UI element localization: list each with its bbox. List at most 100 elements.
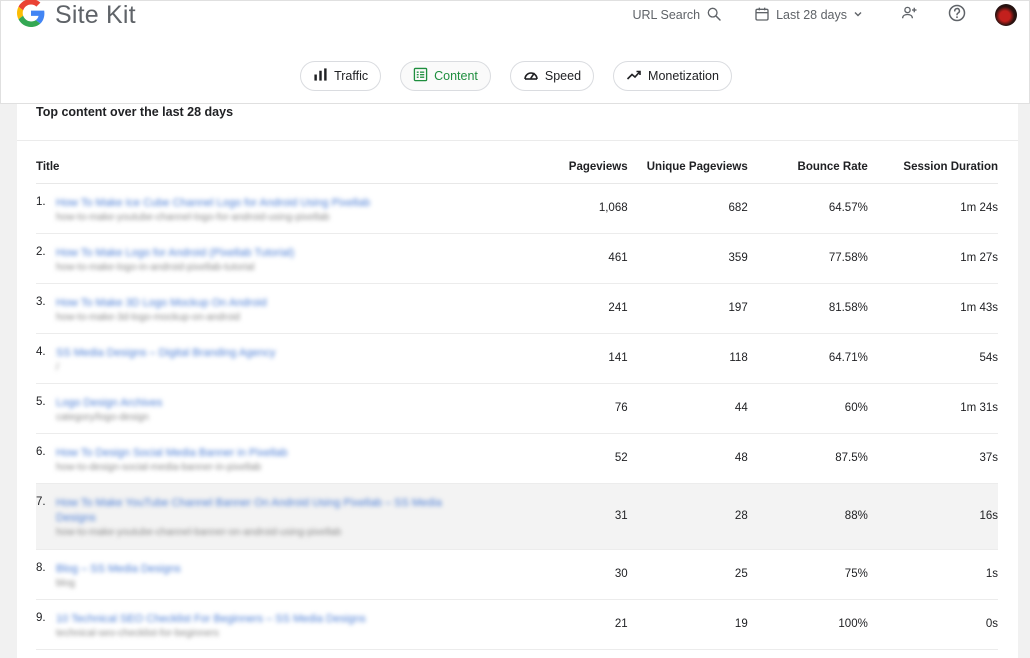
page-title-link[interactable]: 10 Technical SEO Checklist For Beginners… [56,612,466,627]
top-content-table: Title Pageviews Unique Pageviews Bounce … [36,152,998,650]
user-avatar[interactable] [995,4,1017,26]
table-row[interactable]: 1. How To Make Ice Cube Channel Logo for … [36,183,998,234]
table-row[interactable]: 4. SS Media Designs – Digital Branding Ag… [36,333,998,384]
table-row[interactable]: 9. 10 Technical SEO Checklist For Beginne… [36,599,998,650]
cell-pageviews: 30 [476,549,628,600]
tab-content-label: Content [434,69,478,83]
column-header-session-duration[interactable]: Session Duration [867,152,998,184]
cell-pageviews: 1,068 [476,183,628,234]
page-url: how-to-make-logo-in-android-pixellab-tut… [56,261,255,273]
cell-pageviews: 52 [476,433,628,484]
cell-session-duration: 37s [867,433,998,484]
column-header-bounce-rate[interactable]: Bounce Rate [747,152,868,184]
tab-speed-label: Speed [544,69,582,83]
table-row[interactable]: 2. How To Make Logo for Android (Pixellab… [36,233,998,284]
date-range-selector[interactable]: Last 28 days [754,6,863,25]
cell-bounce-rate: 77.58% [747,233,868,284]
cell-bounce-rate: 75% [747,549,868,600]
table-row[interactable]: 3. How To Make 3D Logo Mockup On Android h… [36,283,998,334]
cell-session-duration: 1m 31s [867,383,998,434]
column-header-title[interactable]: Title [36,152,477,184]
page-title-block: Blog – SS Media Designs blog [56,562,466,590]
cell-pageviews: 141 [476,333,628,384]
table-row[interactable]: 7. How To Make YouTube Channel Banner On … [36,483,998,550]
chevron-down-icon [853,8,863,22]
cell-session-duration: 54s [867,333,998,384]
person-add-icon [900,4,918,27]
brand[interactable]: Site Kit [17,0,136,29]
table-row[interactable]: 5. Logo Design Archives category/logo-desi… [36,383,998,434]
card-title: Top content over the last 28 days [36,105,234,119]
cell-title: 7. How To Make YouTube Channel Banner On … [36,483,477,550]
tab-speed[interactable]: Speed [509,61,595,91]
cell-bounce-rate: 64.57% [747,183,868,234]
page-title-link[interactable]: Blog – SS Media Designs [56,562,466,577]
rank-number: 9. [36,611,46,624]
cell-session-duration: 1s [867,549,998,600]
page-title-block: 10 Technical SEO Checklist For Beginners… [56,612,466,640]
rank-number: 7. [36,495,46,508]
table-header-row: Title Pageviews Unique Pageviews Bounce … [36,152,998,184]
help-button[interactable] [945,3,969,27]
column-header-pageviews[interactable]: Pageviews [476,152,628,184]
page-title-link[interactable]: Logo Design Archives [56,396,466,411]
cell-bounce-rate: 100% [747,599,868,650]
brand-name: Site Kit [55,0,136,29]
dashboard-tabs: Traffic Content Speed Monetization [1,61,1030,91]
bar-chart-icon [313,67,328,85]
page-title-block: SS Media Designs – Digital Branding Agen… [56,346,466,374]
cell-pageviews: 31 [476,483,628,550]
cell-session-duration: 0s [867,599,998,650]
content-icon [413,67,428,85]
cell-unique-pageviews: 197 [627,283,748,334]
table-row[interactable]: 8. Blog – SS Media Designs blog 30 25 75% 1s [36,549,998,600]
rank-number: 6. [36,445,46,458]
page-url: / [56,361,59,373]
page-title-link[interactable]: How To Make 3D Logo Mockup On Android [56,296,466,311]
add-user-button[interactable] [897,3,921,27]
cell-title: 3. How To Make 3D Logo Mockup On Android h… [36,283,477,334]
cell-unique-pageviews: 19 [627,599,748,650]
page-title-link[interactable]: SS Media Designs – Digital Branding Agen… [56,346,466,361]
tab-content[interactable]: Content [400,61,491,91]
table-row[interactable]: 6. How To Design Social Media Banner in P… [36,433,998,484]
cell-unique-pageviews: 44 [627,383,748,434]
tab-traffic[interactable]: Traffic [300,61,382,91]
page-url: how-to-design-social-media-banner-in-pix… [56,461,262,473]
page-title-block: How To Make Ice Cube Channel Logo for An… [56,196,466,224]
page-title-block: How To Make Logo for Android (Pixellab T… [56,246,466,274]
cell-bounce-rate: 64.71% [747,333,868,384]
rank-number: 5. [36,395,46,408]
trending-up-icon [626,67,642,86]
tab-monetization[interactable]: Monetization [613,61,732,91]
cell-pageviews: 21 [476,599,628,650]
cell-title: 9. 10 Technical SEO Checklist For Beginne… [36,599,477,650]
cell-unique-pageviews: 359 [627,233,748,284]
page-url: how-to-make-youtube-channel-logo-for-and… [56,211,330,223]
page-title-link[interactable]: How To Design Social Media Banner in Pix… [56,446,466,461]
rank-number: 1. [36,195,46,208]
cell-bounce-rate: 87.5% [747,433,868,484]
cell-session-duration: 1m 43s [867,283,998,334]
cell-session-duration: 1m 24s [867,183,998,234]
page-title-link[interactable]: How To Make Logo for Android (Pixellab T… [56,246,466,261]
page-title-block: How To Design Social Media Banner in Pix… [56,446,466,474]
page-title-link[interactable]: How To Make YouTube Channel Banner On An… [56,496,466,526]
cell-bounce-rate: 88% [747,483,868,550]
cell-title: 8. Blog – SS Media Designs blog [36,549,477,600]
page-title-block: How To Make 3D Logo Mockup On Android how… [56,296,466,324]
tab-monetization-label: Monetization [648,69,719,83]
rank-number: 8. [36,561,46,574]
url-search-button[interactable]: URL Search [632,6,722,25]
cell-title: 6. How To Design Social Media Banner in P… [36,433,477,484]
date-range-label: Last 28 days [776,8,847,22]
cell-pageviews: 76 [476,383,628,434]
calendar-icon [754,6,770,25]
cell-unique-pageviews: 28 [627,483,748,550]
tab-traffic-label: Traffic [334,69,369,83]
page-title-link[interactable]: How To Make Ice Cube Channel Logo for An… [56,196,466,211]
cell-unique-pageviews: 118 [627,333,748,384]
page-url: category/logo-design [56,411,149,423]
column-header-unique-pageviews[interactable]: Unique Pageviews [627,152,748,184]
rank-number: 4. [36,345,46,358]
